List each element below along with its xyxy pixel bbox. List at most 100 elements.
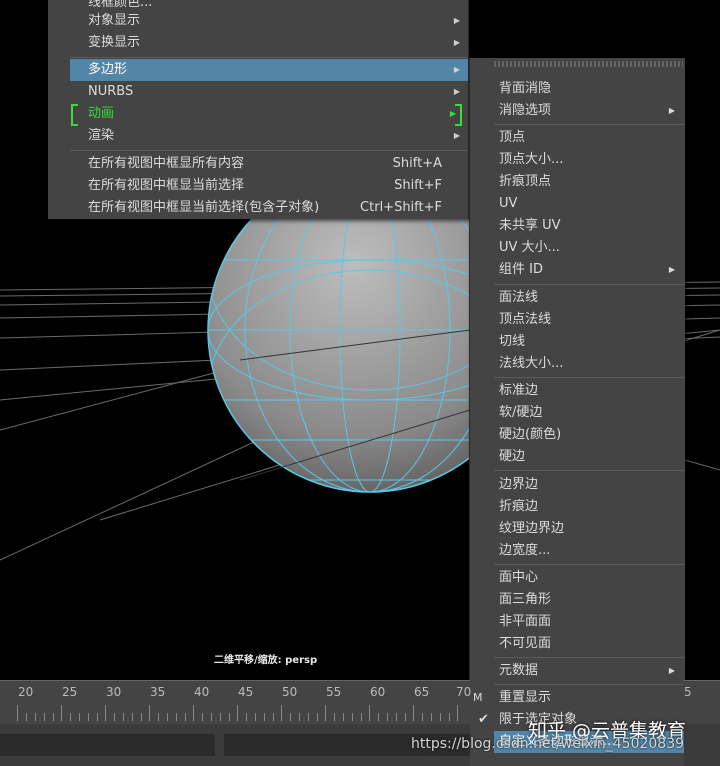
timeline-tick: [132, 713, 133, 721]
timeline-tick: [167, 713, 168, 721]
menu-item-label: 在所有视图中框显当前选择(包含子对象): [88, 200, 320, 215]
start-frame-field[interactable]: [0, 734, 215, 756]
timeline-tick: [449, 713, 450, 721]
timeline-tick: [246, 713, 247, 721]
submenu-item-normals-size[interactable]: 法线大小...: [470, 353, 685, 375]
submenu-item-label: 顶点: [499, 130, 526, 145]
timeline-tick: [229, 713, 230, 721]
submenu-item-label: 元数据: [499, 663, 539, 678]
tear-off-handle[interactable]: [494, 61, 683, 67]
submenu-item-label: 边界边: [499, 477, 539, 492]
timeline-tick: [361, 713, 362, 721]
menu-item-object-display[interactable]: 对象显示 ▶: [70, 10, 468, 32]
display-menu: 线框颜色... 对象显示 ▶ 变换显示 ▶ 多边形 ▶ NURBS ▶ 动画 ▶ 渲染 ▶ …: [48, 0, 469, 219]
menu-divider: [494, 564, 685, 565]
menu-item-rendering[interactable]: 渲染 ▶: [70, 125, 468, 147]
submenu-item-crease-vertices[interactable]: 折痕顶点: [470, 171, 685, 193]
submenu-arrow-icon: ▶: [453, 65, 460, 74]
submenu-arrow-icon: ▶: [453, 87, 460, 96]
submenu-item-metadata[interactable]: 元数据 ▶: [470, 660, 685, 682]
submenu-item-label: UV: [499, 196, 518, 211]
timeline-tick-label: 40: [194, 685, 210, 699]
menu-item-label: 在所有视图中框显当前选择: [88, 178, 245, 193]
timeline-tick: [334, 713, 335, 721]
camera-label: 二维平移/缩放: persp: [214, 655, 318, 666]
submenu-item-label: 法线大小...: [499, 356, 564, 371]
submenu-item-border-edges[interactable]: 边界边: [470, 474, 685, 496]
submenu-item-uv[interactable]: UV: [470, 193, 685, 215]
menu-item-label: NURBS: [88, 84, 134, 99]
timeline-tick: [308, 713, 309, 721]
submenu-item-label: 面法线: [499, 290, 539, 305]
submenu-item-label: 背面消隐: [499, 81, 552, 96]
polygons-submenu: 背面消隐 消隐选项 ▶ 顶点 顶点大小... 折痕顶点 UV 未共享 UV UV …: [469, 58, 685, 766]
submenu-arrow-icon: ▶: [668, 265, 675, 274]
time-slider[interactable]: 20 25 30 35 40 45 50 55 60 65 70 M: [0, 680, 483, 725]
timeline-tick: [440, 713, 441, 721]
timeline-tick-label: 50: [282, 685, 298, 699]
submenu-item-tangents[interactable]: 切线: [470, 331, 685, 353]
submenu-item-label: 未共享 UV: [499, 218, 561, 233]
submenu-arrow-icon: ▶: [453, 131, 460, 140]
timeline-tick-label: 60: [370, 685, 386, 699]
menu-divider: [494, 124, 685, 125]
menu-divider: [494, 657, 685, 658]
timeline-tick: [17, 705, 18, 721]
submenu-item-unshared-uvs[interactable]: 未共享 UV: [470, 215, 685, 237]
menu-item-polygons[interactable]: 多边形 ▶: [70, 59, 468, 81]
timeline-tick: [343, 713, 344, 721]
submenu-item-label: 纹理边界边: [499, 521, 565, 536]
timeline-tick: [352, 713, 353, 721]
submenu-item-face-triangles[interactable]: 面三角形: [470, 589, 685, 611]
timeline-tick: [176, 713, 177, 721]
submenu-arrow-icon: ▶: [453, 38, 460, 47]
submenu-item-soft-hard-edges[interactable]: 软/硬边: [470, 402, 685, 424]
submenu-item-component-ids[interactable]: 组件 ID ▶: [470, 259, 685, 281]
submenu-item-crease-edges[interactable]: 折痕边: [470, 496, 685, 518]
submenu-item-hard-edges-color[interactable]: 硬边(颜色): [470, 424, 685, 446]
submenu-item-reset-display[interactable]: 重置显示: [470, 687, 685, 709]
submenu-arrow-icon: ▶: [453, 16, 460, 25]
menu-item-nurbs[interactable]: NURBS ▶: [70, 81, 468, 103]
timeline-tick-label: 20: [18, 685, 34, 699]
menu-item-frame-selection[interactable]: 在所有视图中框显当前选择 Shift+F: [70, 175, 468, 197]
submenu-item-nonplanar-faces[interactable]: 非平面面: [470, 611, 685, 633]
menu-item-label: 渲染: [88, 128, 115, 143]
submenu-item-invisible-faces[interactable]: 不可见面: [470, 633, 685, 655]
timeline-tick: [97, 713, 98, 721]
timeline-right-strip: 5: [684, 680, 720, 725]
submenu-item-face-normals[interactable]: 面法线: [470, 287, 685, 309]
submenu-item-vertices[interactable]: 顶点: [470, 127, 685, 149]
timeline-tick: [369, 705, 370, 721]
submenu-item-uv-size[interactable]: UV 大小...: [470, 237, 685, 259]
timeline-tick: [299, 713, 300, 721]
menu-divider: [70, 150, 468, 151]
submenu-item-edge-width[interactable]: 边宽度...: [470, 540, 685, 562]
timeline-tick: [405, 713, 406, 721]
menu-item-transform-display[interactable]: 变换显示 ▶: [70, 32, 468, 54]
menu-item-animation[interactable]: 动画 ▶: [70, 103, 468, 125]
submenu-item-texture-border-edges[interactable]: 纹理边界边: [470, 518, 685, 540]
submenu-item-label: 面中心: [499, 570, 539, 585]
submenu-item-label: 面三角形: [499, 592, 552, 607]
submenu-item-label: 硬边: [499, 449, 526, 464]
submenu-item-culling-options[interactable]: 消隐选项 ▶: [470, 100, 685, 122]
submenu-item-vertex-normals[interactable]: 顶点法线: [470, 309, 685, 331]
submenu-item-backface-culling[interactable]: 背面消隐: [470, 78, 685, 100]
submenu-item-vertex-size[interactable]: 顶点大小...: [470, 149, 685, 171]
submenu-arrow-icon: ▶: [668, 666, 675, 675]
submenu-item-label: 标准边: [499, 383, 539, 398]
submenu-item-label: 边宽度...: [499, 543, 551, 558]
submenu-item-face-centers[interactable]: 面中心: [470, 567, 685, 589]
timeline-tick: [79, 713, 80, 721]
checkmark-icon: ✔: [478, 712, 489, 727]
menu-item-frame-selection-children[interactable]: 在所有视图中框显当前选择(包含子对象) Ctrl+Shift+F: [70, 197, 468, 219]
submenu-item-standard-edges[interactable]: 标准边: [470, 380, 685, 402]
submenu-item-label: 切线: [499, 334, 526, 349]
submenu-item-hard-edges[interactable]: 硬边: [470, 446, 685, 468]
menu-item-label: 多边形: [88, 62, 128, 77]
timeline-tick: [35, 713, 36, 721]
timeline-tick: [105, 705, 106, 721]
timeline-tick: [281, 705, 282, 721]
menu-item-frame-all[interactable]: 在所有视图中框显所有内容 Shift+A: [70, 153, 468, 175]
